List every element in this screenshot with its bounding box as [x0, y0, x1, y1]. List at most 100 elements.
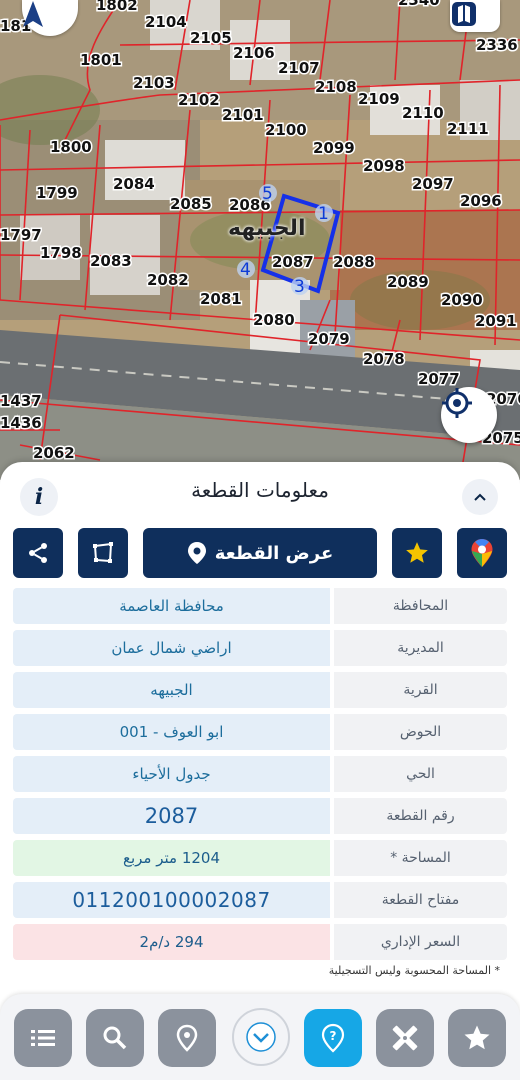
- chevron-down-icon: [246, 1022, 276, 1052]
- neighborhood-label: الحي: [334, 756, 507, 792]
- google-maps-icon: [471, 539, 493, 567]
- parcel-number-2099[interactable]: 2099: [312, 138, 357, 159]
- toggle-panel-button[interactable]: [232, 1008, 290, 1066]
- parcel-number-1801[interactable]: 1801: [79, 50, 124, 71]
- tools-button[interactable]: [376, 1009, 434, 1067]
- parcel-number-2083[interactable]: 2083: [89, 251, 134, 272]
- vertex-number-3: 3: [294, 277, 305, 297]
- star-icon: [406, 542, 428, 563]
- parcel-shape-button[interactable]: [78, 528, 128, 578]
- parcel-number-2103[interactable]: 2103: [132, 73, 177, 94]
- bottom-navigation: ?: [0, 994, 520, 1080]
- village-value: الجبيهه: [13, 672, 330, 708]
- parcel-number-2336[interactable]: 2336: [475, 35, 520, 56]
- parcel-number-2101[interactable]: 2101: [221, 105, 266, 126]
- parcel-number-1436[interactable]: 1436: [0, 413, 43, 434]
- list-icon: [31, 1030, 55, 1046]
- search-icon: [103, 1026, 127, 1050]
- info-row-governorate: محافظة العاصمة المحافظة: [13, 588, 507, 624]
- parcel-number-2104[interactable]: 2104: [144, 12, 189, 33]
- parcel-number-2090[interactable]: 2090: [440, 290, 485, 311]
- parcel-number-1800[interactable]: 1800: [49, 137, 94, 158]
- parcel-number-2111[interactable]: 2111: [446, 119, 491, 140]
- map-pin-icon: [187, 542, 206, 564]
- show-parcel-label: عرض القطعة: [214, 542, 334, 564]
- admin-price-value: 294 د/م2: [13, 924, 330, 960]
- parcel-number-2108[interactable]: 2108: [314, 77, 359, 98]
- parcel-number-2082[interactable]: 2082: [146, 270, 191, 291]
- star-icon: [464, 1025, 490, 1050]
- parcel-number-2088[interactable]: 2088: [332, 252, 377, 273]
- parcel-number-1798[interactable]: 1798: [39, 243, 84, 264]
- parcel-number-2340[interactable]: 2340: [397, 0, 442, 11]
- vertex-number-1: 1: [318, 204, 329, 224]
- parcel-number-2084[interactable]: 2084: [112, 174, 157, 195]
- north-arrow-icon: [23, 1, 43, 27]
- parcel-number-2106[interactable]: 2106: [232, 43, 277, 64]
- parcel-number-2087[interactable]: 2087: [271, 252, 316, 273]
- parcel-number-1799[interactable]: 1799: [35, 183, 80, 204]
- satellite-map[interactable]: 1802 2104 2340 2336 2105 1801 2106 2107 2103 2108…: [0, 0, 520, 480]
- parcel-number-2098[interactable]: 2098: [362, 156, 407, 177]
- area-value: 1204 متر مربع: [13, 840, 330, 876]
- info-row-basin: ابو العوف - 001 الحوض: [13, 714, 507, 750]
- help-button[interactable]: ?: [304, 1009, 362, 1067]
- parcel-number-2080[interactable]: 2080: [252, 310, 297, 331]
- share-button[interactable]: [13, 528, 63, 578]
- parcel-number-1802[interactable]: 1802: [95, 0, 140, 16]
- parcel-key-label: مفتاح القطعة: [334, 882, 507, 918]
- info-row-neighborhood: جدول الأحياء الحي: [13, 756, 507, 792]
- area-footnote: * المساحة المحسوبة وليس التسجيلية: [328, 964, 500, 977]
- favorites-nav-button[interactable]: [448, 1009, 506, 1067]
- collapse-panel-button[interactable]: [462, 479, 498, 515]
- basin-label: الحوض: [334, 714, 507, 750]
- governorate-value: محافظة العاصمة: [13, 588, 330, 624]
- parcel-number-2091[interactable]: 2091: [474, 311, 519, 332]
- parcel-number-1797[interactable]: 1797: [0, 225, 43, 246]
- show-parcel-button[interactable]: عرض القطعة: [143, 528, 377, 578]
- map-layers-icon: [452, 2, 476, 26]
- chevron-up-icon: [474, 493, 486, 501]
- info-row-parcel-key: 011200100002087 مفتاح القطعة: [13, 882, 507, 918]
- favorite-button[interactable]: [392, 528, 442, 578]
- parcel-number-2081[interactable]: 2081: [199, 289, 244, 310]
- parcel-number-label: رقم القطعة: [334, 798, 507, 834]
- parcel-number-2079[interactable]: 2079: [307, 329, 352, 350]
- parcel-number-2062[interactable]: 2062: [32, 443, 77, 464]
- governorate-label: المحافظة: [334, 588, 507, 624]
- parcel-number-2097[interactable]: 2097: [411, 174, 456, 195]
- polygon-icon: [93, 542, 113, 563]
- search-button[interactable]: [86, 1009, 144, 1067]
- info-row-parcel-number: 2087 رقم القطعة: [13, 798, 507, 834]
- village-name-label: الجبيهه: [228, 216, 306, 241]
- parcel-number-2078[interactable]: 2078: [362, 349, 407, 370]
- crosshair-icon: [442, 388, 472, 418]
- parcel-number-2096[interactable]: 2096: [459, 191, 504, 212]
- list-button[interactable]: [14, 1009, 72, 1067]
- location-pin-button[interactable]: [158, 1009, 216, 1067]
- parcel-number-1437[interactable]: 1437: [0, 391, 43, 412]
- parcel-number-2077[interactable]: 2077: [417, 369, 462, 390]
- directorate-label: المديرية: [334, 630, 507, 666]
- my-location-button[interactable]: [441, 387, 497, 443]
- google-maps-button[interactable]: [457, 528, 507, 578]
- parcel-number-2110[interactable]: 2110: [401, 103, 446, 124]
- parcel-number-2085[interactable]: 2085: [169, 194, 214, 215]
- parcel-number-2102[interactable]: 2102: [177, 90, 222, 111]
- parcel-key-value: 011200100002087: [13, 882, 330, 918]
- vertex-number-4: 4: [240, 260, 251, 280]
- parcel-number-2109[interactable]: 2109: [357, 89, 402, 110]
- parcel-number-2100[interactable]: 2100: [264, 120, 309, 141]
- svg-text:?: ?: [330, 1029, 337, 1043]
- parcel-number-2089[interactable]: 2089: [386, 272, 431, 293]
- parcel-number-value: 2087: [13, 798, 330, 834]
- location-pin-icon: [176, 1024, 198, 1052]
- village-label: القرية: [334, 672, 507, 708]
- parcel-number-2105[interactable]: 2105: [189, 28, 234, 49]
- area-label: المساحة *: [334, 840, 507, 876]
- parcel-number-2107[interactable]: 2107: [277, 58, 322, 79]
- map-layers-button[interactable]: [450, 0, 500, 32]
- parcel-info-panel: i معلومات القطعة عرض القطعة محافظة العاص…: [0, 462, 520, 1080]
- directorate-value: اراضي شمال عمان: [13, 630, 330, 666]
- neighborhood-value: جدول الأحياء: [13, 756, 330, 792]
